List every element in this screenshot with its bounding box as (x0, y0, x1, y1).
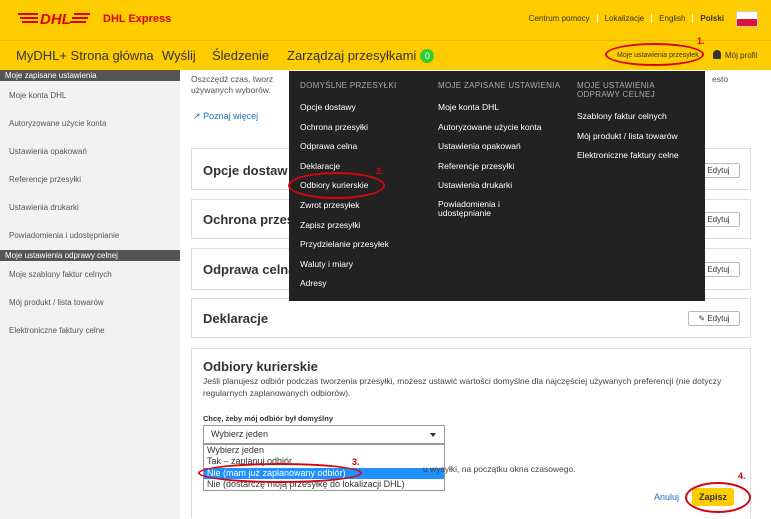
help-center-link[interactable]: Centrum pomocy (522, 14, 597, 23)
pickup-section: Odbiory kurierskie Jeśli planujesz odbió… (191, 348, 751, 518)
dhl-logo[interactable]: DHL (18, 11, 90, 27)
sidebar-item-authorized-use[interactable]: Autoryzowane użycie konta (0, 110, 180, 138)
sidebar-item-e-invoices[interactable]: Elektroniczne faktury celne (0, 317, 180, 345)
card-title: Ochrona przes (203, 212, 295, 227)
edit-button[interactable]: ✎ Edytuj (688, 311, 740, 326)
top-links: Centrum pomocy Lokalizacje English Polsk… (522, 14, 731, 23)
sidebar-item-invoice-templates[interactable]: Moje szablony faktur celnych (0, 261, 180, 289)
dropdown-col-customs: MOJE USTAWIENIA ODPRAWY CELNEJ Szablony … (577, 81, 697, 166)
menu-item-invoice-templates[interactable]: Szablony faktur celnych (577, 107, 697, 127)
dropdown-col-heading: MOJE USTAWIENIA ODPRAWY CELNEJ (577, 81, 655, 99)
edit-label: Edytuj (707, 166, 730, 175)
card-title: Odprawa celna (203, 262, 296, 277)
menu-item-customs[interactable]: Odprawa celna (300, 137, 397, 157)
annotation-ring (288, 172, 385, 199)
menu-item-references[interactable]: Referencje przesyłki (438, 157, 563, 177)
menu-item-currency-units[interactable]: Waluty i miary (300, 255, 397, 275)
annotation-ring (198, 463, 362, 483)
annotation-number: 4. (738, 471, 746, 481)
sidebar-item-printer[interactable]: Ustawienia drukarki (0, 194, 180, 222)
nav-profile[interactable]: Mój profil (713, 50, 757, 60)
menu-item-assign-shipments[interactable]: Przydzielanie przesyłek (300, 235, 397, 255)
cancel-link[interactable]: Anuluj (654, 492, 679, 502)
dropdown-col-heading: MOJE ZAPISANE USTAWIENIA (438, 81, 561, 90)
nav-manage-label: Zarządzaj przesyłkami (287, 48, 417, 63)
card-title: Opcje dostaw (203, 163, 288, 178)
nav-manage[interactable]: Zarządzaj przesyłkami 0 (287, 48, 435, 63)
sidebar-section-saved: Moje zapisane ustawienia (0, 70, 180, 81)
menu-item-authorized-use[interactable]: Autoryzowane użycie konta (438, 118, 563, 138)
dropdown-col-heading: DOMYŚLNE PRZESYŁKI (300, 81, 397, 90)
annotation-number: 1. (697, 36, 705, 46)
sidebar-item-dhl-accounts[interactable]: Moje konta DHL (0, 82, 180, 110)
locations-link[interactable]: Lokalizacje (596, 14, 652, 23)
polish-link[interactable]: Polski (692, 14, 731, 23)
sidebar-item-notifications[interactable]: Powiadomienia i udostępnianie (0, 222, 180, 250)
brand-name: DHL Express (103, 13, 172, 25)
sidebar-item-products[interactable]: Mój produkt / lista towarów (0, 289, 180, 317)
menu-item-returns[interactable]: Zwrot przesyłek (300, 196, 397, 216)
menu-item-products[interactable]: Mój produkt / lista towarów (577, 127, 697, 147)
pickup-description: Jeśli planujesz odbiór podczas tworzenia… (203, 376, 722, 398)
dropdown-col-saved: MOJE ZAPISANE USTAWIENIA Moje konta DHL … (438, 81, 563, 218)
profile-label: Mój profil (725, 51, 758, 60)
menu-item-e-invoices[interactable]: Elektroniczne faktury celne (577, 146, 697, 166)
svg-text:DHL: DHL (40, 11, 71, 27)
option-choose[interactable]: Wybierz jeden (204, 445, 444, 456)
edit-label: Edytuj (707, 314, 730, 323)
sidebar-item-packaging[interactable]: Ustawienia opakowań (0, 138, 180, 166)
nav-home[interactable]: MyDHL+ Strona główna (16, 48, 154, 63)
external-link-icon: ↗ (193, 111, 201, 121)
annotation-ring (605, 43, 704, 66)
menu-item-protection[interactable]: Ochrona przesyłki (300, 118, 397, 138)
chevron-down-icon (430, 433, 436, 437)
intro-line-2: używanych wyborów. (191, 85, 271, 95)
nav-send[interactable]: Wyślij (162, 48, 196, 63)
menu-item-save-shipments[interactable]: Zapisz przesyłki (300, 216, 397, 236)
sidebar-item-references[interactable]: Referencje przesyłki (0, 166, 180, 194)
edit-label: Edytuj (707, 215, 730, 224)
user-icon (713, 50, 721, 59)
poland-flag-icon[interactable] (736, 11, 758, 27)
intro-line-1: Oszczędź czas, tworz (191, 74, 274, 84)
learn-more-link[interactable]: ↗ Poznaj więcej (193, 111, 258, 122)
learn-more-label: Poznaj więcej (203, 111, 259, 121)
menu-item-delivery-options[interactable]: Opcje dostawy (300, 98, 397, 118)
edit-label: Edytuj (707, 265, 730, 274)
menu-item-notifications[interactable]: Powiadomienia i udostępnianie (438, 196, 528, 218)
intro-tail: esto (712, 74, 729, 84)
menu-item-printer[interactable]: Ustawienia drukarki (438, 176, 563, 196)
annotation-number: 2. (376, 166, 384, 176)
annotation-ring (685, 482, 751, 513)
select-value: Wybierz jeden (211, 429, 268, 439)
menu-item-dhl-accounts[interactable]: Moje konta DHL (438, 98, 563, 118)
pickup-field-label: Chcę, żeby mój odbiór był domyślny (203, 414, 334, 423)
intro-text: Oszczędź czas, tworz używanych wyborów. (191, 74, 291, 96)
card-declarations: Deklaracje ✎ Edytuj (191, 298, 751, 338)
nav-track[interactable]: Śledzenie (212, 48, 269, 63)
pickup-default-select[interactable]: Wybierz jeden (203, 425, 445, 444)
english-link[interactable]: English (651, 14, 692, 23)
pickup-hint: u wysyłki, na początku okna czasowego. (423, 464, 576, 474)
sidebar: Moje zapisane ustawienia Moje konta DHL … (0, 70, 180, 519)
menu-item-packaging[interactable]: Ustawienia opakowań (438, 137, 563, 157)
annotation-number: 3. (352, 457, 360, 467)
card-title: Deklaracje (203, 311, 269, 326)
sidebar-section-customs: Moje ustawienia odprawy celnej (0, 250, 180, 261)
menu-item-addresses[interactable]: Adresy (300, 274, 397, 294)
pickup-title: Odbiory kurierskie (203, 359, 318, 374)
manage-count-badge: 0 (420, 49, 435, 63)
top-bar: DHL DHL Express Centrum pomocy Lokalizac… (0, 0, 771, 40)
